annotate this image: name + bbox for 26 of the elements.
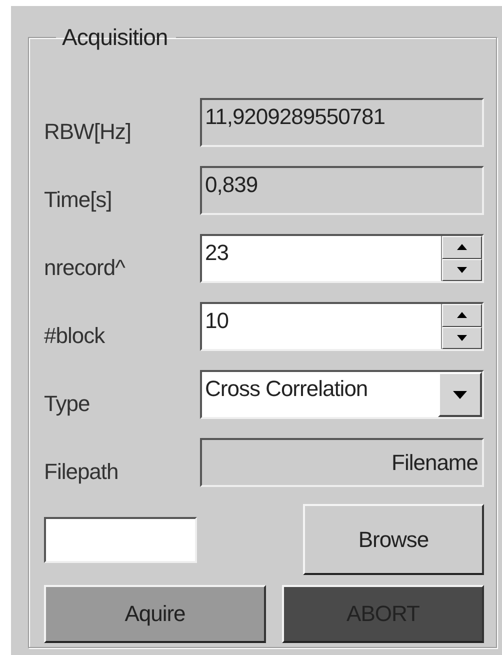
up-icon [457, 312, 467, 318]
numeric-field[interactable]: 23 [200, 234, 484, 283]
field-label: nrecord^ [44, 255, 125, 282]
indicator-field: 11,9209289550781 [200, 98, 484, 147]
spin-up-button[interactable] [442, 236, 482, 258]
acquire-button[interactable]: Aquire [44, 585, 266, 643]
input-field[interactable] [44, 516, 197, 562]
spin-up-button[interactable] [442, 304, 482, 326]
path-field[interactable]: Filename [200, 438, 484, 487]
group-title: Acquisition [61, 24, 169, 51]
browse-button[interactable]: Browse [303, 504, 484, 575]
caret-icon [453, 390, 467, 398]
field-label: RBW[Hz] [44, 119, 131, 146]
spin-down-button[interactable] [442, 258, 482, 281]
up-icon [457, 244, 467, 250]
dropdown[interactable]: Cross Correlation [200, 370, 484, 419]
spin-down-button[interactable] [442, 326, 482, 349]
indicator-field: 0,839 [200, 166, 484, 215]
field-label: Type [44, 391, 90, 418]
field-label: #block [44, 323, 105, 350]
field-label: Filepath [44, 459, 118, 486]
field-label: Time[s] [44, 187, 112, 214]
numeric-field[interactable]: 10 [200, 302, 484, 351]
dropdown-button[interactable] [438, 372, 482, 417]
down-icon [457, 266, 467, 273]
down-icon [457, 334, 467, 341]
